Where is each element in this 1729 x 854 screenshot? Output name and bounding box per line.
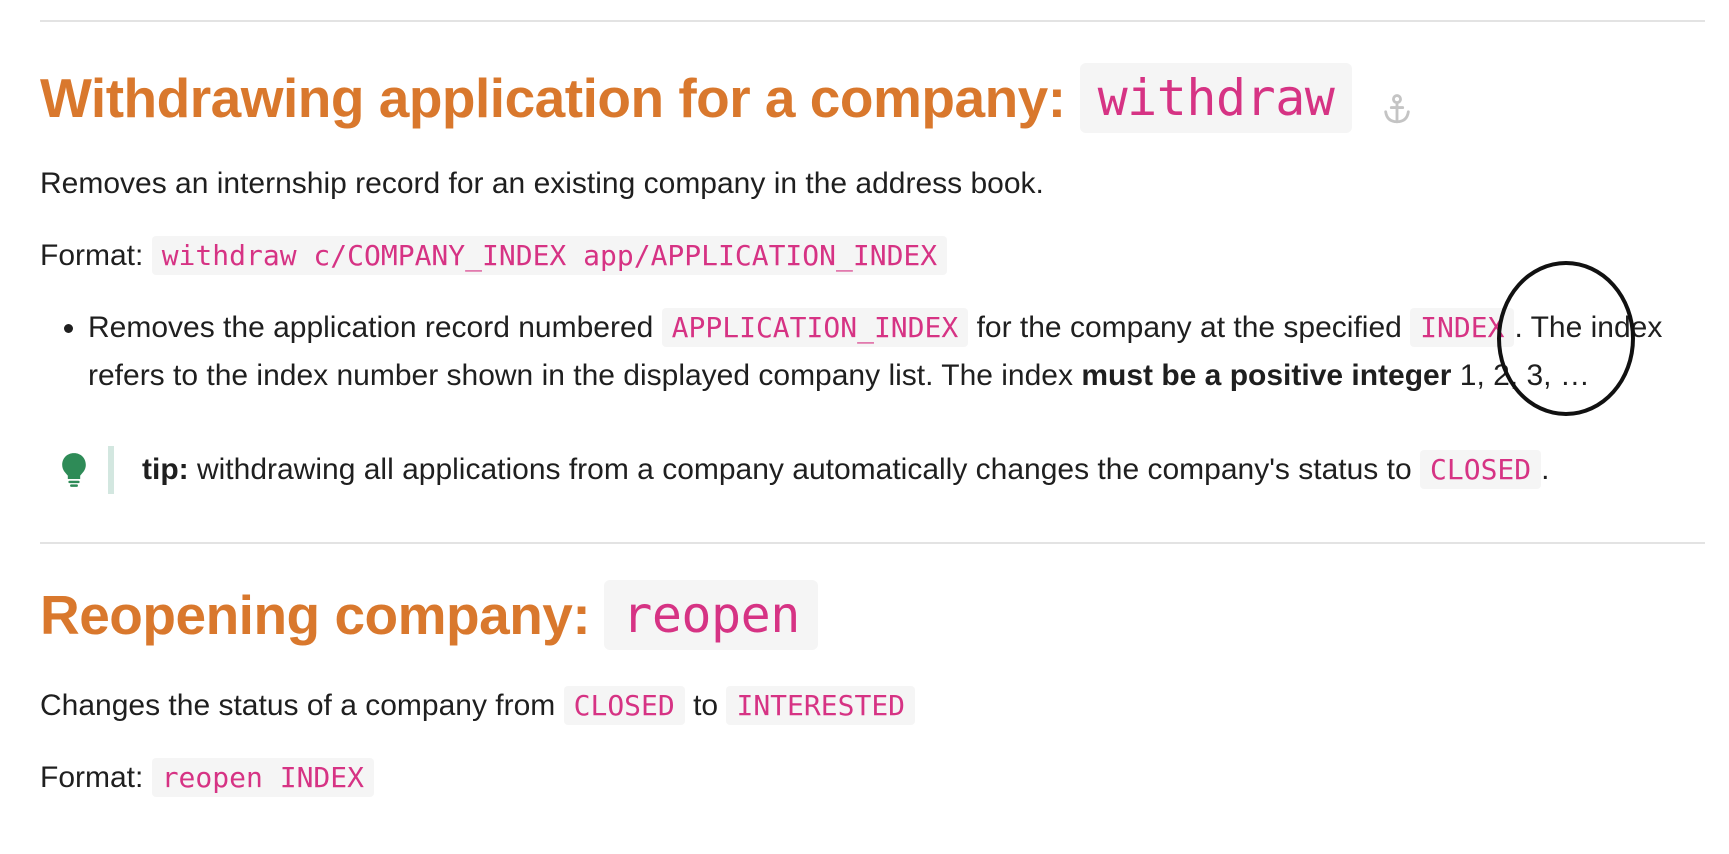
heading-code: withdraw <box>1079 63 1353 133</box>
withdraw-format: Format: withdraw c/COMPANY_INDEX app/APP… <box>40 232 1705 280</box>
desc-text: to <box>684 689 727 722</box>
bullet-bold: must be a positive integer <box>1081 359 1452 392</box>
heading-text: Withdrawing application for a company: <box>40 67 1066 129</box>
tip-body: withdrawing all applications from a comp… <box>188 453 1420 486</box>
tip-divider <box>108 446 114 494</box>
withdraw-description: Removes an internship record for an exis… <box>40 167 1044 200</box>
desc-text: Changes the status of a company from <box>40 689 564 722</box>
application-index-code: APPLICATION_INDEX <box>661 308 969 347</box>
format-label: Format: <box>40 761 144 794</box>
section-heading-reopen: Reopening company: reopen <box>40 572 1705 658</box>
heading-code: reopen <box>604 580 818 650</box>
reopen-description: Changes the status of a company from CLO… <box>40 682 1705 730</box>
withdraw-bullets: Removes the application record numbered … <box>40 304 1705 400</box>
annotation-circle <box>1497 261 1635 416</box>
closed-code: CLOSED <box>563 686 685 725</box>
heading-text: Reopening company: <box>40 584 591 646</box>
tip-end: . <box>1541 453 1550 486</box>
tip-text: tip: withdrawing all applications from a… <box>142 446 1550 494</box>
bullet-text: Removes the application record numbered <box>88 311 662 344</box>
interested-code: INTERESTED <box>726 686 916 725</box>
format-label: Format: <box>40 239 144 272</box>
top-divider <box>40 20 1705 22</box>
anchor-icon[interactable] <box>1380 92 1414 126</box>
closed-code: CLOSED <box>1420 450 1542 489</box>
bullet-text: for the company at the specified <box>968 311 1411 344</box>
lightbulb-icon <box>62 453 86 487</box>
section-heading-withdraw: Withdrawing application for a company: w… <box>40 56 1705 140</box>
section-divider <box>40 542 1705 544</box>
tip-box: tip: withdrawing all applications from a… <box>60 446 1705 494</box>
format-code: withdraw c/COMPANY_INDEX app/APPLICATION… <box>151 236 948 275</box>
format-code: reopen INDEX <box>151 758 374 797</box>
reopen-format: Format: reopen INDEX <box>40 754 1705 802</box>
document-content: Withdrawing application for a company: w… <box>40 0 1705 802</box>
list-item: Removes the application record numbered … <box>88 304 1705 400</box>
tip-label: tip: <box>142 453 189 486</box>
